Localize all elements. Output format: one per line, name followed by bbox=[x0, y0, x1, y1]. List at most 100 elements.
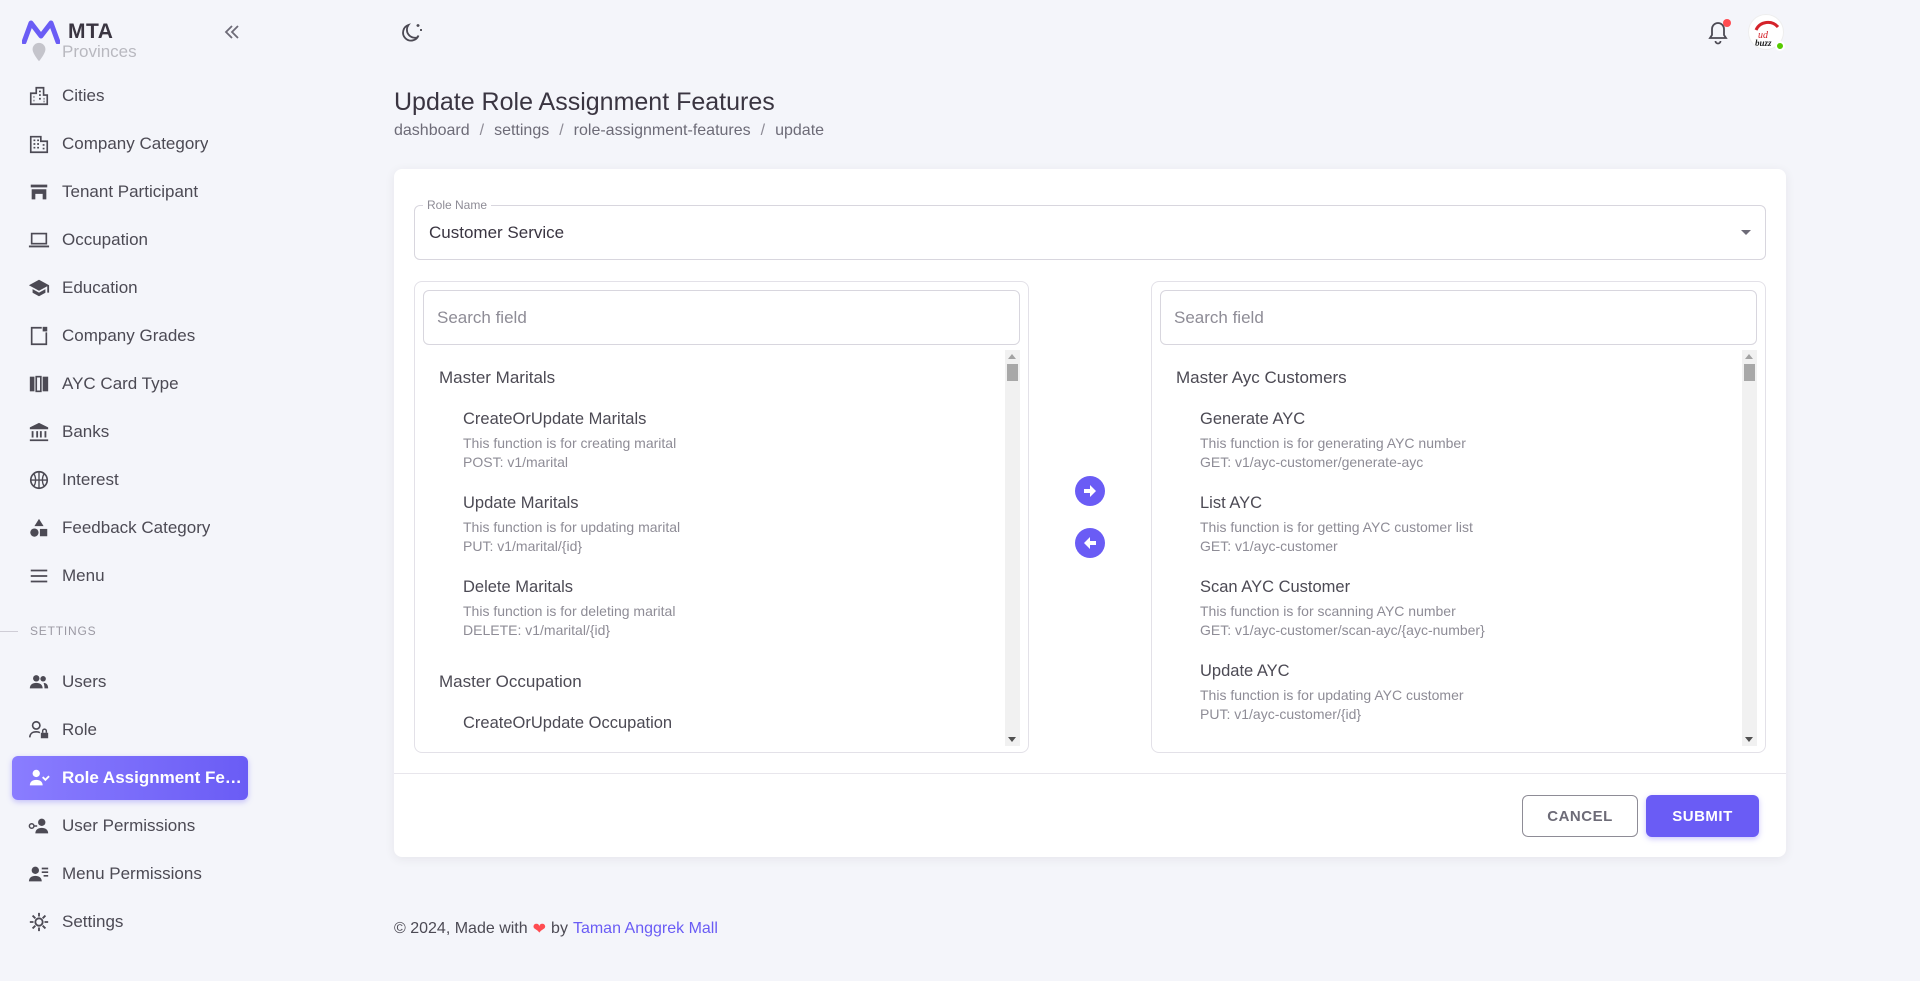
list-item[interactable]: CreateOrUpdate Maritals This function is… bbox=[415, 410, 1003, 480]
arrow-right-icon bbox=[1084, 485, 1096, 497]
breadcrumb-settings[interactable]: settings bbox=[494, 122, 549, 140]
online-status-badge bbox=[1775, 41, 1785, 51]
breadcrumb: dashboard / settings / role-assignment-f… bbox=[394, 122, 824, 140]
sidebar-item-label: Settings bbox=[62, 912, 124, 931]
theme-toggle-moon-icon[interactable] bbox=[400, 20, 426, 46]
sidebar-item-occupation[interactable]: Occupation bbox=[12, 218, 248, 262]
city-icon bbox=[29, 86, 49, 106]
feature-description: This function is for creating marital bbox=[463, 435, 677, 451]
scroll-down-icon[interactable] bbox=[1008, 737, 1016, 742]
assigned-features-list: Master Ayc Customers Generate AYC This f… bbox=[1151, 281, 1766, 753]
user-key-icon bbox=[28, 818, 49, 834]
section-divider bbox=[0, 630, 18, 632]
feature-endpoint: PUT: v1/marital/{id} bbox=[463, 538, 583, 554]
list-item[interactable]: Update AYC This function is for updating… bbox=[1152, 662, 1740, 732]
scroll-down-icon[interactable] bbox=[1745, 737, 1753, 742]
feature-description: This function is for getting AYC custome… bbox=[1200, 519, 1473, 535]
sidebar-item-label: Menu Permissions bbox=[62, 864, 202, 883]
role-name-value: Customer Service bbox=[429, 223, 565, 242]
scroll-thumb[interactable] bbox=[1007, 364, 1018, 381]
feature-description: This function is for generating AYC numb… bbox=[1200, 435, 1466, 451]
sidebar-item-provinces[interactable]: Provinces bbox=[12, 34, 248, 70]
sidebar-item-ayc-card-type[interactable]: AYC Card Type bbox=[12, 362, 248, 406]
arrow-left-icon bbox=[1084, 537, 1096, 549]
right-search-input[interactable] bbox=[1160, 290, 1757, 345]
map-pin-icon bbox=[32, 42, 46, 62]
sidebar-item-banks[interactable]: Banks bbox=[12, 410, 248, 454]
feature-name: Update Maritals bbox=[463, 494, 579, 512]
submit-button[interactable]: SUBMIT bbox=[1646, 795, 1759, 837]
shapes-icon bbox=[30, 518, 48, 537]
list-group-title: Master Ayc Customers bbox=[1176, 368, 1347, 387]
feature-description: This function is for updating AYC custom… bbox=[1200, 687, 1464, 703]
cancel-button[interactable]: CANCEL bbox=[1522, 795, 1638, 837]
breadcrumb-separator: / bbox=[559, 122, 564, 139]
feature-name: Scan AYC Customer bbox=[1200, 578, 1351, 596]
list-item[interactable]: Delete Maritals This function is for del… bbox=[415, 578, 1003, 648]
breadcrumb-dashboard[interactable]: dashboard bbox=[394, 122, 470, 140]
page-title: Update Role Assignment Features bbox=[394, 88, 775, 116]
sidebar-item-label: Company Category bbox=[62, 134, 209, 153]
sidebar-item-tenant-participant[interactable]: Tenant Participant bbox=[12, 170, 248, 214]
list-group-title: Master Maritals bbox=[439, 368, 556, 387]
breadcrumb-current: update bbox=[775, 122, 825, 139]
sidebar-item-settings[interactable]: Settings bbox=[12, 900, 248, 944]
role-name-select[interactable]: Role Name Customer Service bbox=[414, 198, 1766, 260]
users-icon bbox=[29, 675, 49, 689]
sidebar-item-company-category[interactable]: Company Category bbox=[12, 122, 248, 166]
sidebar-item-feedback-category[interactable]: Feedback Category bbox=[12, 506, 248, 550]
sidebar-item-role-assignment-features[interactable]: Role Assignment Fea... bbox=[12, 756, 248, 800]
breadcrumb-role-assignment-features[interactable]: role-assignment-features bbox=[574, 122, 751, 140]
sidebar-item-menu[interactable]: Menu bbox=[12, 554, 248, 598]
user-lock-icon bbox=[29, 720, 49, 739]
footer-link[interactable]: Taman Anggrek Mall bbox=[573, 920, 718, 938]
sidebar-item-education[interactable]: Education bbox=[12, 266, 248, 310]
user-list-icon bbox=[28, 866, 49, 882]
feature-endpoint: PUT: v1/ayc-customer/{id} bbox=[1200, 706, 1362, 722]
scroll-thumb[interactable] bbox=[1744, 364, 1755, 381]
feature-endpoint: GET: v1/ayc-customer/generate-ayc bbox=[1200, 454, 1424, 470]
available-features-content: Master Maritals CreateOrUpdate Maritals … bbox=[415, 350, 1003, 752]
sidebar-item-cities[interactable]: Cities bbox=[12, 74, 248, 118]
right-list-scrollbar[interactable] bbox=[1742, 350, 1757, 746]
sidebar-item-users[interactable]: Users bbox=[12, 660, 248, 704]
heart-icon: ❤ bbox=[532, 921, 547, 938]
sidebar-item-label: Menu bbox=[62, 566, 105, 585]
list-item[interactable]: Scan AYC Customer This function is for s… bbox=[1152, 578, 1740, 648]
role-name-label: Role Name bbox=[423, 198, 492, 212]
left-list-scrollbar[interactable] bbox=[1005, 350, 1020, 746]
list-item[interactable]: List AYC This function is for getting AY… bbox=[1152, 494, 1740, 564]
menu-icon bbox=[30, 569, 48, 583]
footer-prefix: © 2024, Made with bbox=[394, 920, 528, 937]
scroll-up-icon[interactable] bbox=[1008, 354, 1016, 359]
school-icon bbox=[28, 279, 50, 297]
scroll-up-icon[interactable] bbox=[1745, 354, 1753, 359]
sidebar-item-label: Education bbox=[62, 278, 138, 297]
user-assign-icon bbox=[29, 769, 50, 786]
sidebar: MTA Provinces Cities Company Category Te… bbox=[0, 0, 260, 981]
sidebar-item-label: Banks bbox=[62, 422, 110, 441]
sidebar-item-label: User Permissions bbox=[62, 816, 196, 835]
list-item[interactable]: Update Maritals This function is for upd… bbox=[415, 494, 1003, 564]
left-search-input[interactable] bbox=[423, 290, 1020, 345]
feature-endpoint: GET: v1/ayc-customer bbox=[1200, 538, 1338, 554]
sidebar-item-company-grades[interactable]: Company Grades bbox=[12, 314, 248, 358]
feature-name: Update AYC bbox=[1200, 662, 1290, 680]
available-features-list: Master Maritals CreateOrUpdate Maritals … bbox=[414, 281, 1029, 753]
sidebar-item-role[interactable]: Role bbox=[12, 708, 248, 752]
list-item[interactable]: CreateOrUpdate Occupation bbox=[415, 714, 1003, 752]
sidebar-item-label: Role bbox=[62, 720, 97, 739]
feature-name: CreateOrUpdate Maritals bbox=[463, 410, 647, 428]
sidebar-item-label: AYC Card Type bbox=[62, 374, 179, 393]
list-item[interactable]: Generate AYC This function is for genera… bbox=[1152, 410, 1740, 480]
move-right-button[interactable] bbox=[1075, 476, 1105, 506]
sidebar-item-label: Cities bbox=[62, 86, 105, 105]
gear-icon bbox=[29, 912, 49, 932]
sidebar-item-interest[interactable]: Interest bbox=[12, 458, 248, 502]
move-left-button[interactable] bbox=[1075, 528, 1105, 558]
sidebar-item-menu-permissions[interactable]: Menu Permissions bbox=[12, 852, 248, 896]
feature-description: This function is for deleting marital bbox=[463, 603, 676, 619]
sidebar-item-user-permissions[interactable]: User Permissions bbox=[12, 804, 248, 848]
section-header-settings: SETTINGS bbox=[0, 612, 248, 650]
bank-icon bbox=[29, 422, 49, 442]
